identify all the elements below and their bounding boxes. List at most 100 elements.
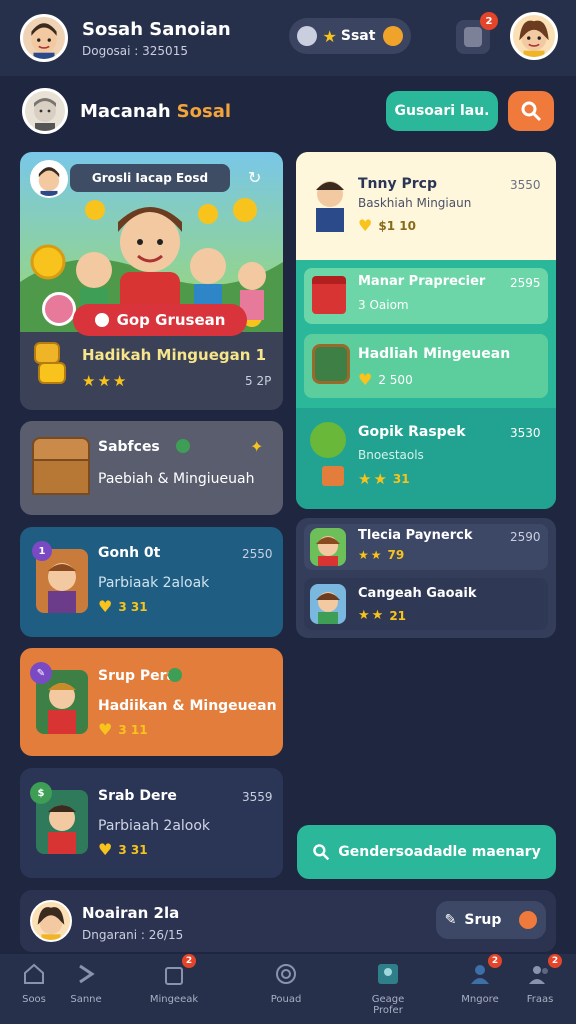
left-card-4-sub: Parbiaah 2alook: [98, 818, 211, 834]
right-item-3-sub: Bnoestaols: [358, 448, 424, 462]
left-card-2-sub: Parbiaak 2aloak: [98, 575, 210, 591]
right-item-1[interactable]: Manar Praprecier 2595 3 Oaiom: [304, 268, 548, 324]
key-icon: ✎: [444, 912, 457, 928]
notification-badge: 2: [480, 12, 498, 30]
top-item-sub: Baskhiah Mingiaun: [358, 196, 472, 210]
feature-title: Hadikah Minguegan 1: [82, 346, 267, 364]
status-chip[interactable]: ★ Ssat: [289, 18, 411, 54]
section-header: Macanah Sosal: [22, 88, 231, 134]
nav-user-badge: 2: [488, 954, 502, 968]
chip-plus-icon: [383, 26, 404, 46]
gift-icon: [165, 967, 183, 985]
tree-icon: [310, 422, 346, 458]
left-card-4-meta: 3559: [242, 790, 273, 804]
right-panel-top[interactable]: Tnny Prcp 3550 Baskhiah Mingiaun ♥ $1 10: [296, 152, 556, 260]
left-card-2-meta: 2550: [242, 547, 273, 561]
right-lower-item-2-thumb: [310, 584, 346, 624]
right-lower-item-2[interactable]: Cangeah Gaoaik ★★ 21: [304, 578, 548, 630]
app-header: Sosah Sanoian Dogosai : 325015 ★ Ssat 2: [0, 0, 576, 76]
nav-item-share[interactable]: Sanne: [56, 962, 116, 1005]
left-card-3-badge-icon: ✎: [30, 662, 52, 684]
right-item-3-meta: 3530: [510, 426, 541, 440]
chest-icon: [322, 466, 344, 486]
right-item-2[interactable]: Hadliah Mingeuean ♥ 2 500: [304, 334, 548, 398]
profile-avatar[interactable]: [30, 900, 72, 942]
left-card-2[interactable]: 1 Gonh 0t 2550 Parbiaak 2aloak ♥ 3 31: [20, 527, 283, 637]
feature-tag-label: Grosli Iacap Eosd: [91, 171, 209, 185]
right-lower-item-1[interactable]: Tlecia Paynerck 2590 ★★ 79: [304, 524, 548, 570]
check-icon: [176, 439, 190, 453]
right-item-2-title: Hadliah Mingeuean: [358, 346, 511, 362]
left-card-3-rating-text: 3 11: [118, 722, 148, 737]
friend-avatar[interactable]: [510, 12, 558, 60]
feature-tag: Grosli Iacap Eosd: [70, 164, 230, 192]
left-card-4-badge-icon: $: [30, 782, 52, 804]
nav-item-gift[interactable]: 2 Mingeeak: [144, 954, 204, 1005]
user-icon: [471, 965, 489, 984]
profile-name: Noairan 2la: [82, 904, 180, 922]
left-card-1-title: Sabfces: [98, 439, 160, 455]
left-card-1[interactable]: Sabfces ✦ Paebiah & Mingiueuah: [20, 421, 283, 515]
section-action-button[interactable]: Gusoari lau.: [386, 91, 498, 131]
profile-action-button[interactable]: ✎ Srup: [436, 901, 546, 939]
heart-icon: ♥: [358, 370, 373, 389]
left-card-4-rating-text: 3 31: [118, 842, 148, 857]
rating-stars: ★★: [358, 608, 386, 623]
right-item-3-title: Gopik Raspek: [358, 424, 466, 440]
left-card-3-sub: Hadiikan & Mingeuean: [98, 698, 277, 714]
left-card-4[interactable]: $ Srab Dere 3559 Parbiaah 2alook ♥ 3 31: [20, 768, 283, 878]
heart-icon: ♥: [98, 840, 113, 859]
search-icon: [521, 101, 542, 122]
left-card-2-rating-text: 3 31: [118, 599, 148, 614]
play-icon: [94, 313, 109, 327]
search-icon: [276, 964, 296, 984]
right-lower-item-1-thumb: [310, 528, 346, 566]
star-icon: ★: [322, 26, 337, 46]
feature-cta-button[interactable]: Gop Grusean: [73, 304, 247, 336]
section-avatar: [22, 88, 68, 134]
search-icon: [313, 844, 330, 861]
treasure-chest-icon: [32, 437, 90, 497]
section-title-accent: Sosal: [176, 100, 232, 122]
nav-friends-badge: 2: [548, 954, 562, 968]
right-item-3[interactable]: Gopik Raspek 3530 Bnoestaols ★★ 31: [296, 408, 556, 509]
left-card-2-badge: 1: [32, 541, 52, 561]
left-card-1-desc: Paebiah & Mingiueuah: [98, 471, 255, 487]
top-item-rating-text: $1 10: [378, 218, 416, 233]
feature-card[interactable]: Grosli Iacap Eosd ↻ Gop Grusean Hadikah …: [20, 152, 283, 410]
right-item-1-meta: 2595: [510, 276, 541, 290]
right-item-1-sub: 3 Oaiom: [358, 298, 409, 312]
right-lower-item-2-rating: ★★ 21: [358, 608, 406, 623]
feature-play-icon[interactable]: ↻: [248, 168, 268, 188]
right-item-1-title: Manar Praprecier: [358, 274, 486, 289]
left-card-2-rating: ♥ 3 31: [98, 597, 148, 616]
user-avatar[interactable]: [20, 14, 68, 62]
nav-label-profile-card: Geage Profer: [371, 994, 405, 1016]
feature-rating-stars: ★★★: [82, 372, 129, 390]
left-card-3[interactable]: ✎ Srup Pera Hadiikan & Mingeuean ♥ 3 11: [20, 648, 283, 756]
arrow-icon: [519, 911, 538, 929]
notification-button[interactable]: 2: [456, 12, 498, 54]
share-icon: [79, 964, 95, 984]
right-item-2-sub: 2 500: [378, 372, 413, 387]
primary-cta-button[interactable]: Gendersoadadle maenary: [297, 825, 556, 879]
profile-subtitle: Dngarani : 26/15: [82, 928, 184, 942]
nav-item-home[interactable]: Soos: [4, 962, 64, 1005]
heart-icon: ♥: [98, 720, 113, 739]
nav-label-search: Pouad: [270, 994, 302, 1005]
top-item-title: Tnny Prcp: [358, 176, 437, 192]
coins-stack-icon: [34, 342, 72, 388]
primary-cta-label: Gendersoadadle maenary: [338, 844, 541, 860]
rating-stars: ★★: [358, 470, 389, 488]
top-item-meta: 3550: [510, 178, 541, 192]
nav-item-search[interactable]: Pouad: [256, 962, 316, 1005]
heart-icon: ♥: [358, 216, 373, 235]
nav-item-user[interactable]: 2 Mngore: [450, 954, 510, 1005]
search-button[interactable]: [508, 91, 554, 131]
nav-label-gift: Mingeeak: [149, 994, 199, 1005]
nav-item-profile-card[interactable]: Geage Profer: [356, 962, 420, 1016]
left-card-4-title: Srab Dere: [98, 788, 177, 804]
gift-icon: [312, 276, 346, 314]
nav-item-friends[interactable]: 2 Fraas: [510, 954, 570, 1005]
right-lower-item-1-rating: ★★ 79: [358, 548, 404, 562]
